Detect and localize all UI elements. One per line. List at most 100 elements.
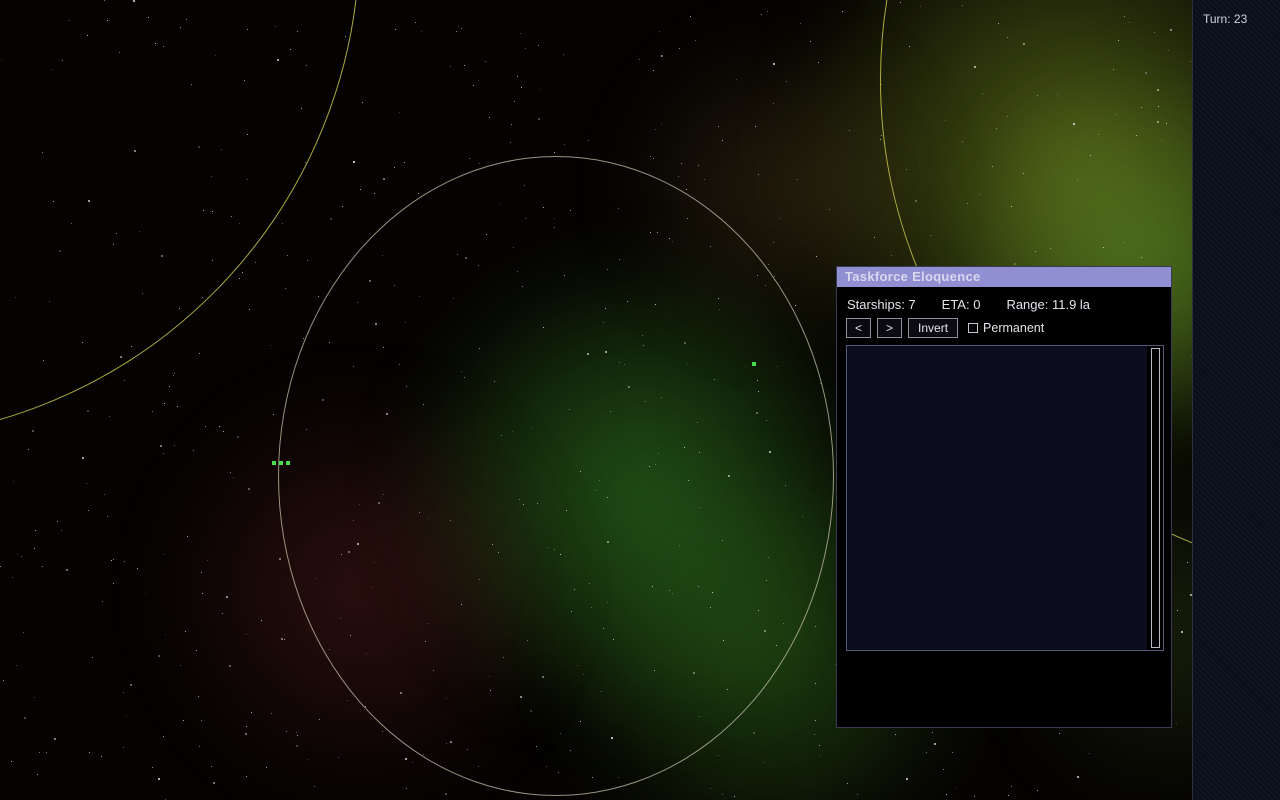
background-star [695, 40, 696, 41]
background-star [404, 162, 405, 163]
background-star [287, 255, 288, 256]
background-star [1008, 795, 1009, 796]
taskforce-stats: Starships: 7 ETA: 0 Range: 11.9 la [846, 295, 1162, 318]
background-star [1089, 753, 1090, 754]
background-star [66, 569, 68, 571]
background-star [347, 700, 348, 701]
background-star [653, 158, 654, 159]
background-star [199, 746, 200, 747]
background-star [126, 715, 127, 716]
background-star [842, 11, 843, 12]
background-star [758, 174, 759, 175]
background-star [718, 126, 719, 127]
background-star [282, 223, 283, 224]
previous-taskforce-button[interactable]: < [846, 318, 872, 338]
right-sidebar: Turn: 23 [1192, 0, 1280, 800]
background-star [163, 554, 164, 555]
background-star [588, 140, 589, 141]
taskforce-range-circle [278, 156, 834, 796]
background-star [201, 572, 202, 573]
background-star [458, 26, 459, 27]
background-star [814, 734, 815, 735]
background-star [205, 426, 206, 427]
background-star [296, 732, 297, 733]
ship-grid[interactable] [847, 346, 1147, 650]
background-star [261, 620, 262, 621]
background-star [563, 54, 564, 55]
background-star [318, 296, 319, 297]
background-star [815, 626, 816, 627]
background-star [193, 450, 194, 451]
background-star [23, 632, 24, 633]
background-star [230, 472, 231, 473]
background-star [538, 45, 539, 46]
background-star [57, 521, 58, 522]
permanent-checkbox[interactable]: Permanent [968, 321, 1044, 335]
background-star [286, 731, 287, 732]
background-star [943, 769, 944, 770]
background-star [818, 62, 819, 63]
background-star [196, 650, 197, 651]
ship-grid-scrollbar[interactable] [1147, 346, 1163, 650]
background-star [201, 720, 202, 721]
permanent-label: Permanent [983, 321, 1045, 335]
background-star [382, 731, 383, 732]
background-star [800, 23, 801, 24]
next-taskforce-button[interactable]: > [877, 318, 903, 338]
background-star [445, 793, 447, 795]
checkbox-box[interactable] [968, 323, 979, 333]
background-star [374, 193, 375, 194]
background-star [464, 65, 465, 66]
background-star [450, 66, 451, 67]
background-star [780, 218, 781, 219]
background-star [661, 55, 663, 57]
background-star [934, 743, 936, 745]
background-star [753, 732, 755, 734]
background-star [387, 177, 388, 178]
background-star [773, 242, 774, 243]
background-star [847, 783, 848, 784]
background-star [213, 782, 215, 784]
background-star [421, 31, 422, 32]
background-star [270, 345, 271, 346]
background-star [489, 117, 490, 118]
background-star [718, 755, 719, 756]
background-star [881, 135, 882, 136]
background-star [255, 262, 256, 263]
background-star [815, 720, 816, 721]
background-star [32, 430, 34, 432]
background-star [857, 794, 858, 795]
background-star [17, 554, 18, 555]
background-star [174, 445, 175, 446]
background-star [183, 720, 184, 721]
background-star [415, 22, 416, 23]
background-star [223, 431, 224, 432]
background-star [820, 755, 821, 756]
background-star [952, 752, 953, 753]
background-star [37, 774, 38, 775]
background-star [165, 634, 166, 635]
background-star [87, 410, 89, 412]
background-star [722, 794, 723, 795]
background-star [248, 488, 250, 490]
background-star [199, 353, 200, 354]
background-star [880, 139, 881, 140]
background-star [469, 158, 470, 159]
eta-value: ETA: 0 [941, 297, 981, 312]
invert-selection-button[interactable]: Invert [908, 318, 959, 338]
scrollbar-thumb[interactable] [1150, 348, 1160, 648]
background-star [698, 165, 699, 166]
background-star [237, 436, 239, 438]
background-star [281, 638, 283, 640]
background-star [406, 788, 407, 789]
background-star [650, 156, 651, 157]
background-star [163, 736, 164, 737]
background-star [111, 560, 112, 561]
background-star [1059, 733, 1060, 734]
background-star [539, 89, 540, 90]
background-star [653, 70, 654, 71]
background-star [0, 566, 1, 567]
background-star [704, 179, 705, 180]
background-star [158, 655, 160, 657]
background-star [185, 631, 186, 632]
